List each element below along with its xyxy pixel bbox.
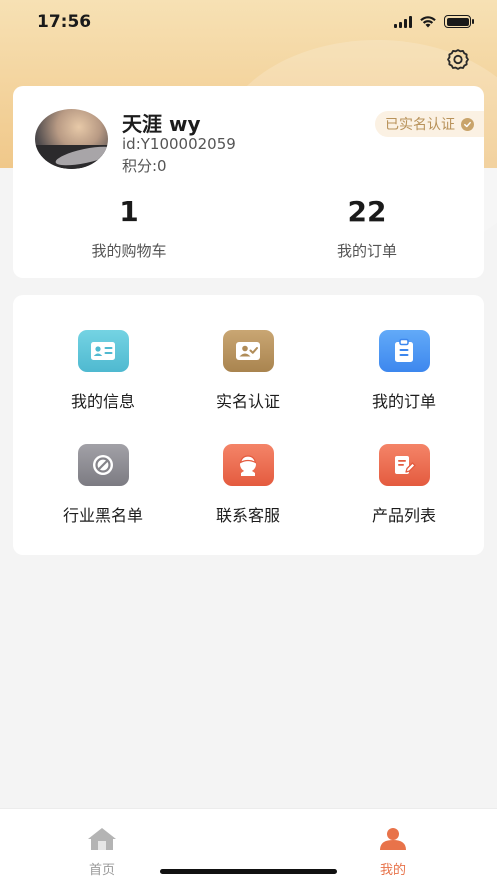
status-bar: 17:56 <box>0 0 497 46</box>
tab-home-label: 首页 <box>88 863 115 878</box>
settings-button[interactable] <box>445 47 471 73</box>
verified-badge[interactable]: 已实名认证 <box>375 111 484 137</box>
profile-card: 天涯 wy id:Y100002059 积分:0 已实名认证 1 我的购物车 2… <box>13 86 484 278</box>
orders-label: 我的订单 <box>336 242 397 260</box>
menu-label: 产品列表 <box>371 506 436 525</box>
verified-user-icon <box>222 330 274 372</box>
menu-my-orders[interactable]: 我的订单 <box>334 330 474 412</box>
orders-count: 22 <box>347 195 387 228</box>
cellular-signal-icon <box>394 15 412 28</box>
tab-mine-label: 我的 <box>379 863 406 878</box>
menu-card: 我的信息 实名认证 我的订单 行业黑名单 联系客服 产品列表 <box>13 295 484 555</box>
wifi-icon <box>420 16 436 28</box>
tab-mine[interactable]: 我的 <box>353 827 433 878</box>
user-name: 天涯 wy <box>122 112 201 136</box>
user-id: id:Y100002059 <box>122 135 236 153</box>
menu-my-info[interactable]: 我的信息 <box>33 330 173 412</box>
cart-count: 1 <box>119 195 139 228</box>
status-icons <box>394 15 474 28</box>
user-icon <box>380 828 406 850</box>
menu-product-list[interactable]: 产品列表 <box>334 444 474 526</box>
avatar[interactable] <box>35 109 108 169</box>
menu-label: 联系客服 <box>215 506 280 525</box>
home-indicator <box>160 869 337 874</box>
profile-screen: 17:56 天涯 wy id:Y100002059 积分:0 已实名认证 1 我… <box>0 0 497 883</box>
menu-industry-blacklist[interactable]: 行业黑名单 <box>33 444 173 526</box>
menu-label: 我的订单 <box>371 392 436 411</box>
check-icon <box>461 117 474 131</box>
orders-stat[interactable]: 22 我的订单 <box>287 198 447 261</box>
verified-badge-label: 已实名认证 <box>385 117 455 133</box>
cart-label: 我的购物车 <box>91 242 167 260</box>
home-icon <box>88 828 116 850</box>
menu-real-name-auth[interactable]: 实名认证 <box>178 330 318 412</box>
menu-label: 我的信息 <box>70 392 135 411</box>
menu-label: 实名认证 <box>215 392 280 411</box>
menu-label: 行业黑名单 <box>62 506 143 525</box>
customer-service-icon <box>222 444 274 486</box>
cart-stat[interactable]: 1 我的购物车 <box>49 198 209 261</box>
clipboard-icon <box>378 330 430 372</box>
edit-list-icon <box>378 444 430 486</box>
battery-icon <box>444 15 474 28</box>
gear-icon <box>447 49 469 70</box>
tab-home[interactable]: 首页 <box>62 827 142 878</box>
ban-icon <box>77 444 129 486</box>
user-points: 积分:0 <box>122 157 167 175</box>
id-card-icon <box>77 330 129 372</box>
status-time: 17:56 <box>37 12 92 32</box>
menu-contact-service[interactable]: 联系客服 <box>178 444 318 526</box>
